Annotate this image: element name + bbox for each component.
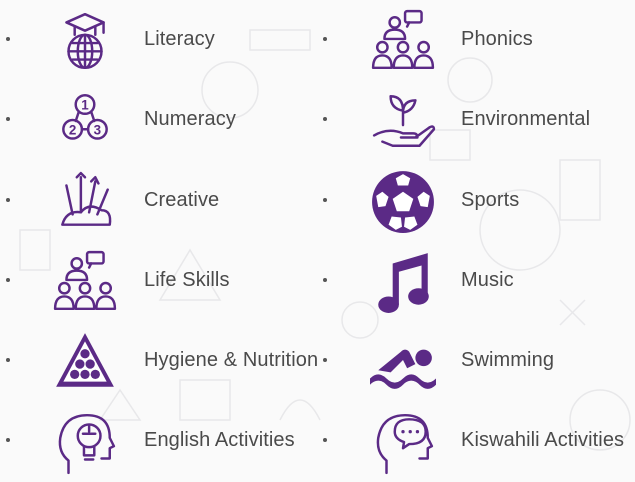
list-item: Life Skills [0, 241, 318, 321]
activity-label: Creative [144, 188, 220, 211]
group-speaker-icon [371, 9, 435, 70]
activity-label: Hygiene & Nutrition [144, 349, 319, 372]
bullet [323, 438, 327, 443]
list-item: Kiswahili Activities [317, 401, 635, 481]
activity-label: Environmental [461, 108, 591, 131]
activity-label: Life Skills [144, 268, 230, 291]
group-speaker-icon [53, 250, 117, 310]
bullet [6, 277, 10, 282]
activity-label: Literacy [144, 28, 215, 50]
triangle-balls-icon [56, 333, 114, 387]
swimmer-icon [370, 349, 436, 389]
bullet [323, 197, 327, 202]
activity-label: Music [461, 268, 514, 291]
activity-label: Swimming [461, 349, 555, 372]
bullet [6, 197, 10, 202]
list-item: Music [317, 241, 635, 321]
list-item: Literacy [0, 0, 318, 80]
list-item: 1 2 3 Numeracy [0, 80, 318, 160]
list-item: Creative [0, 161, 318, 241]
list-item: Swimming [317, 321, 635, 401]
head-lightbulb-icon [58, 414, 116, 475]
svg-text:1: 1 [81, 98, 89, 113]
list-item: Sports [317, 161, 635, 241]
activity-label: Phonics [461, 28, 533, 50]
bullet [6, 438, 10, 443]
list-item: English Activities [0, 401, 318, 481]
bullet [323, 358, 327, 363]
activity-label: Sports [461, 188, 520, 211]
bullet [323, 117, 327, 122]
soccer-ball-icon [372, 170, 434, 233]
svg-text:3: 3 [94, 123, 101, 138]
activity-label: English Activities [144, 429, 295, 452]
graduation-globe-icon [65, 12, 105, 70]
activity-label: Numeracy [144, 108, 236, 131]
plant-hand-icon [372, 95, 436, 148]
list-item: Environmental [317, 80, 635, 160]
list-item: Hygiene & Nutrition [0, 321, 318, 401]
music-note-icon [378, 253, 429, 313]
bullet [6, 117, 10, 122]
bullet [323, 37, 327, 41]
bullet [6, 358, 10, 363]
svg-text:2: 2 [69, 123, 76, 138]
activities-right-column: Phonics Environmental Sports Music Swimm… [317, 0, 635, 482]
list-item: Phonics [317, 0, 635, 80]
activity-label: Kiswahili Activities [461, 429, 625, 452]
head-speech-icon [376, 414, 434, 475]
bullet [6, 37, 10, 41]
activities-left-column: Literacy 1 2 3 Numeracy Creative Life Sk… [0, 0, 318, 482]
bullet [323, 277, 327, 282]
numbers-123-icon: 1 2 3 [62, 94, 108, 141]
art-supplies-icon [61, 171, 112, 226]
